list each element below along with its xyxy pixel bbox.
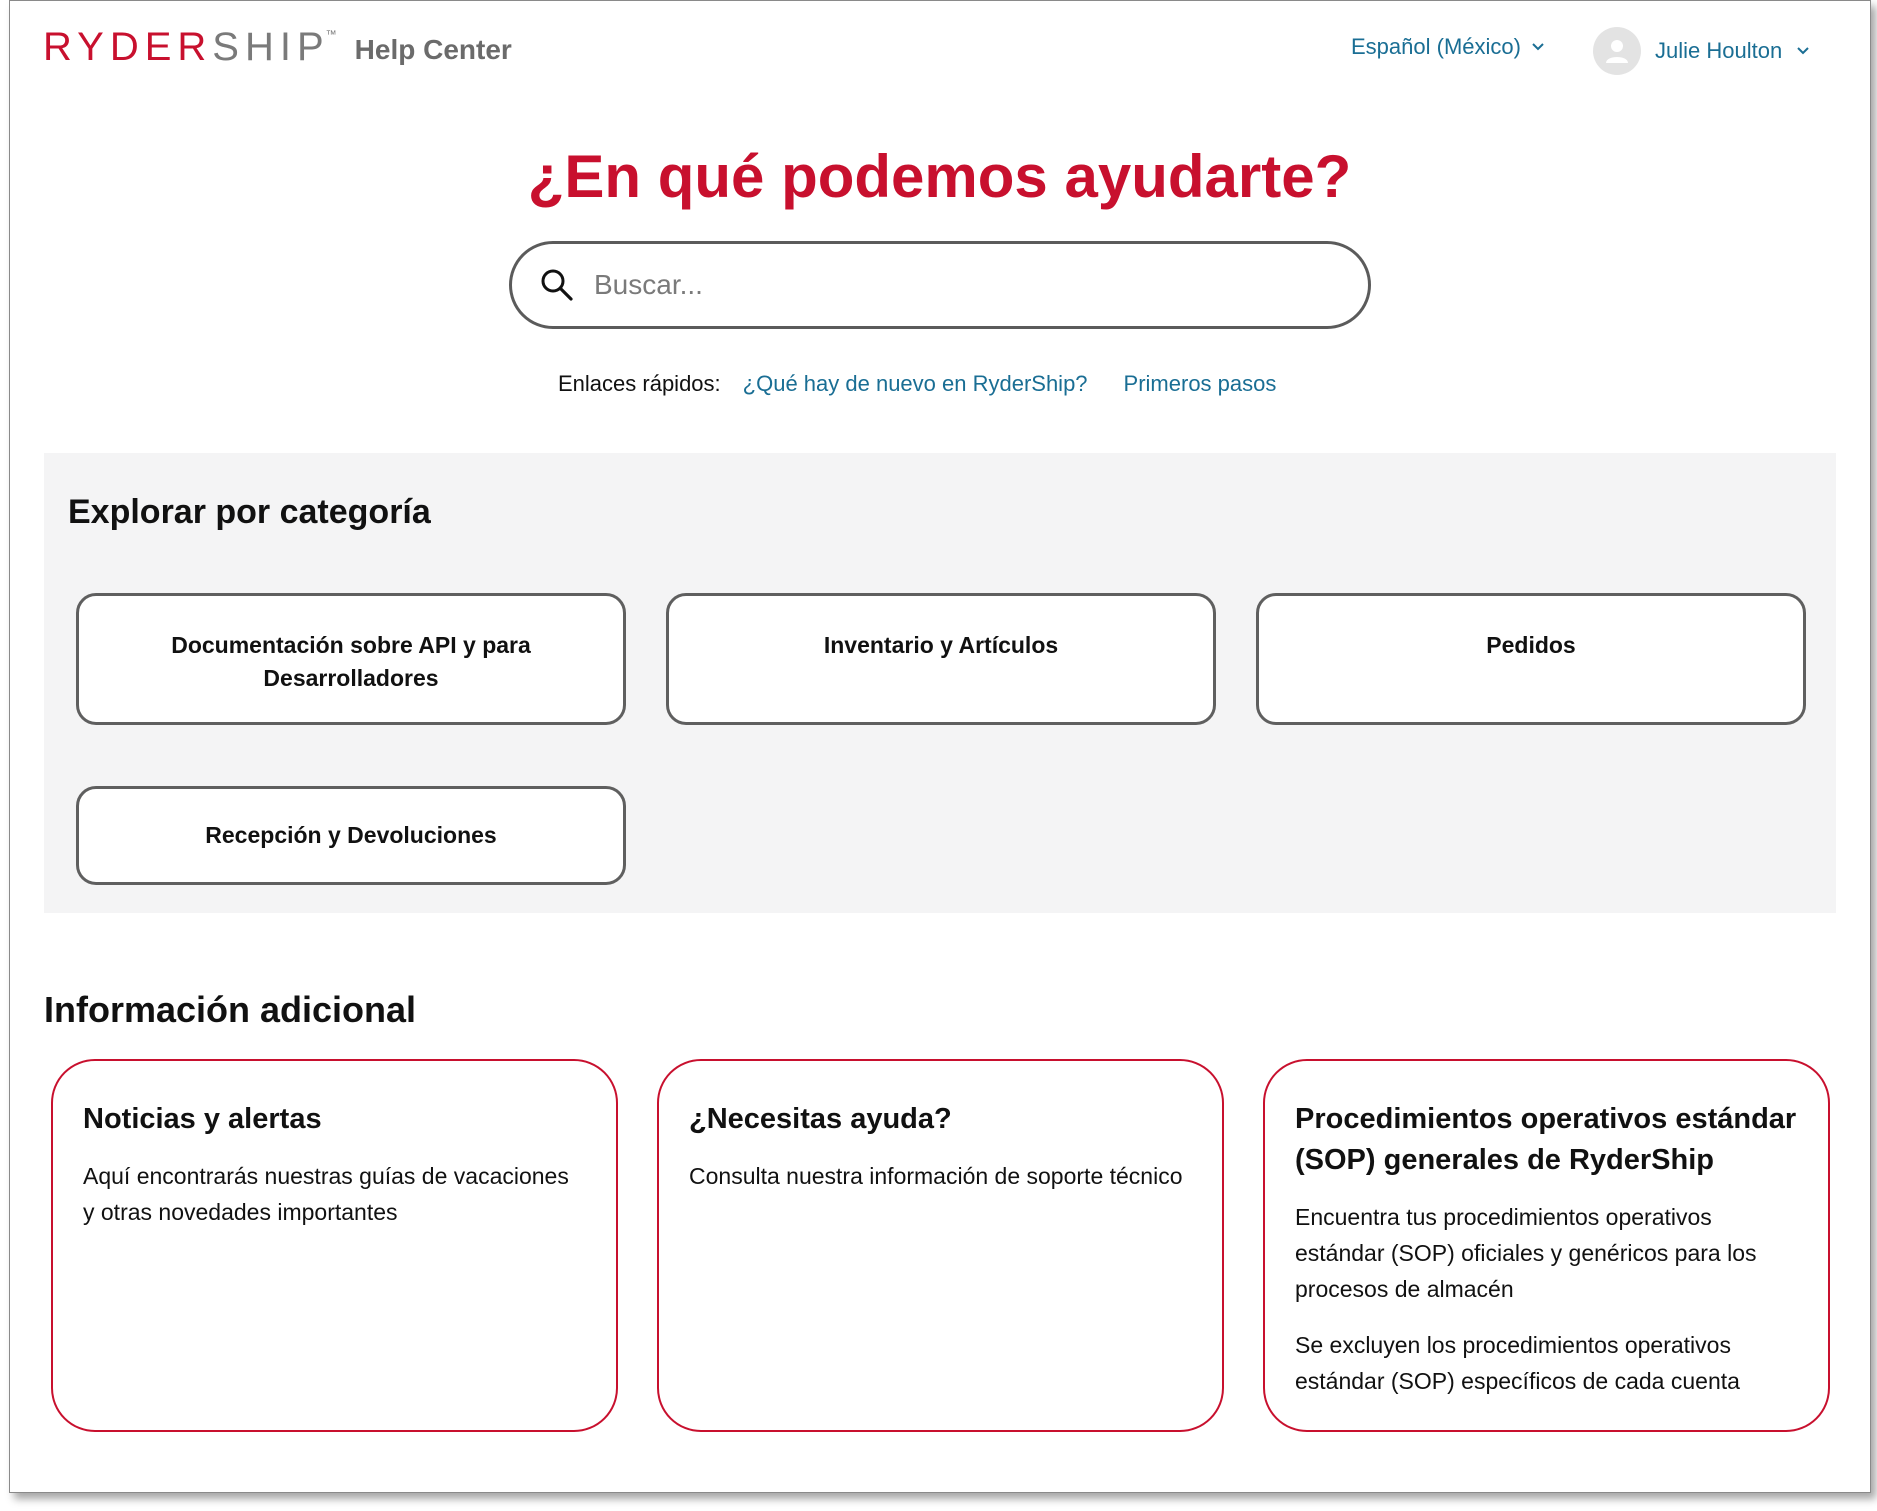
- person-icon: [1606, 40, 1628, 63]
- info-card-need-help[interactable]: ¿Necesitas ayuda? Consulta nuestra infor…: [657, 1059, 1224, 1432]
- additional-info-title: Información adicional: [44, 989, 417, 1030]
- info-card-title: Procedimientos operativos estándar (SOP)…: [1295, 1103, 1797, 1176]
- category-card-receiving-returns[interactable]: Recepción y Devoluciones: [76, 786, 626, 885]
- quick-links-label: Enlaces rápidos:: [558, 371, 721, 396]
- category-card-label: Pedidos: [1486, 629, 1575, 662]
- logo-wordmark: RYDERSHIP: [43, 27, 330, 67]
- category-card-label: Documentación sobre API y para Desarroll…: [171, 629, 531, 695]
- category-card-api-docs[interactable]: Documentación sobre API y para Desarroll…: [76, 593, 626, 725]
- category-card-label: Recepción y Devoluciones: [205, 819, 496, 852]
- logo-trademark: ™: [325, 29, 337, 41]
- search-icon: [541, 269, 573, 301]
- search-input[interactable]: [592, 268, 1316, 302]
- info-card-note: Se excluyen los procedimientos operativo…: [1295, 1332, 1740, 1394]
- language-label: Español (México): [1351, 34, 1521, 59]
- info-card-description: Aquí encontrarás nuestras guías de vacac…: [83, 1163, 569, 1225]
- user-menu[interactable]: Julie Houlton: [1593, 27, 1810, 75]
- info-card-description: Consulta nuestra información de soporte …: [689, 1163, 1183, 1189]
- info-card-title: Noticias y alertas: [83, 1103, 322, 1135]
- chevron-down-icon: [1797, 47, 1809, 55]
- categories-title: Explorar por categoría: [68, 493, 431, 531]
- logo-ship: SHIP: [212, 25, 330, 69]
- logo-help-center: Help Center: [354, 34, 512, 65]
- category-label-line1: Documentación sobre API y para: [171, 632, 531, 658]
- category-label-line1: Recepción y Devoluciones: [205, 822, 497, 848]
- category-card-label: Inventario y Artículos: [824, 629, 1058, 662]
- search-box[interactable]: [509, 241, 1371, 329]
- quick-links: Enlaces rápidos: ¿Qué hay de nuevo en Ry…: [558, 371, 1290, 397]
- rydership-logo[interactable]: RYDERSHIP ™ Help Center: [43, 27, 512, 67]
- category-card-inventory[interactable]: Inventario y Artículos: [666, 593, 1216, 725]
- header: RYDERSHIP ™ Help Center Español (México)…: [10, 1, 1870, 101]
- language-selector[interactable]: Español (México): [1351, 34, 1545, 60]
- logo-ryder: RYDER: [43, 25, 213, 69]
- chevron-down-icon: [1532, 43, 1544, 51]
- category-label-line1: Pedidos: [1486, 632, 1576, 658]
- categories-panel: Explorar por categoría Documentación sob…: [44, 453, 1836, 913]
- page-title: ¿En qué podemos ayudarte?: [527, 143, 1352, 210]
- category-label-line2: Desarrolladores: [263, 665, 439, 691]
- info-card-description: Encuentra tus procedimientos operativos …: [1295, 1204, 1757, 1302]
- quick-link-whats-new[interactable]: ¿Qué hay de nuevo en RyderShip?: [743, 371, 1088, 397]
- info-card-news-alerts[interactable]: Noticias y alertas Aquí encontrarás nues…: [51, 1059, 618, 1432]
- category-label-line1: Inventario y Artículos: [823, 632, 1059, 658]
- category-card-orders[interactable]: Pedidos: [1256, 593, 1806, 725]
- info-card-sop[interactable]: Procedimientos operativos estándar (SOP)…: [1263, 1059, 1830, 1432]
- page-frame: RYDERSHIP ™ Help Center Español (México)…: [9, 0, 1871, 1493]
- quick-link-getting-started[interactable]: Primeros pasos: [1124, 371, 1277, 397]
- info-card-title: ¿Necesitas ayuda?: [689, 1103, 952, 1135]
- user-name: Julie Houlton: [1655, 38, 1783, 63]
- user-avatar-icon: [1593, 27, 1641, 75]
